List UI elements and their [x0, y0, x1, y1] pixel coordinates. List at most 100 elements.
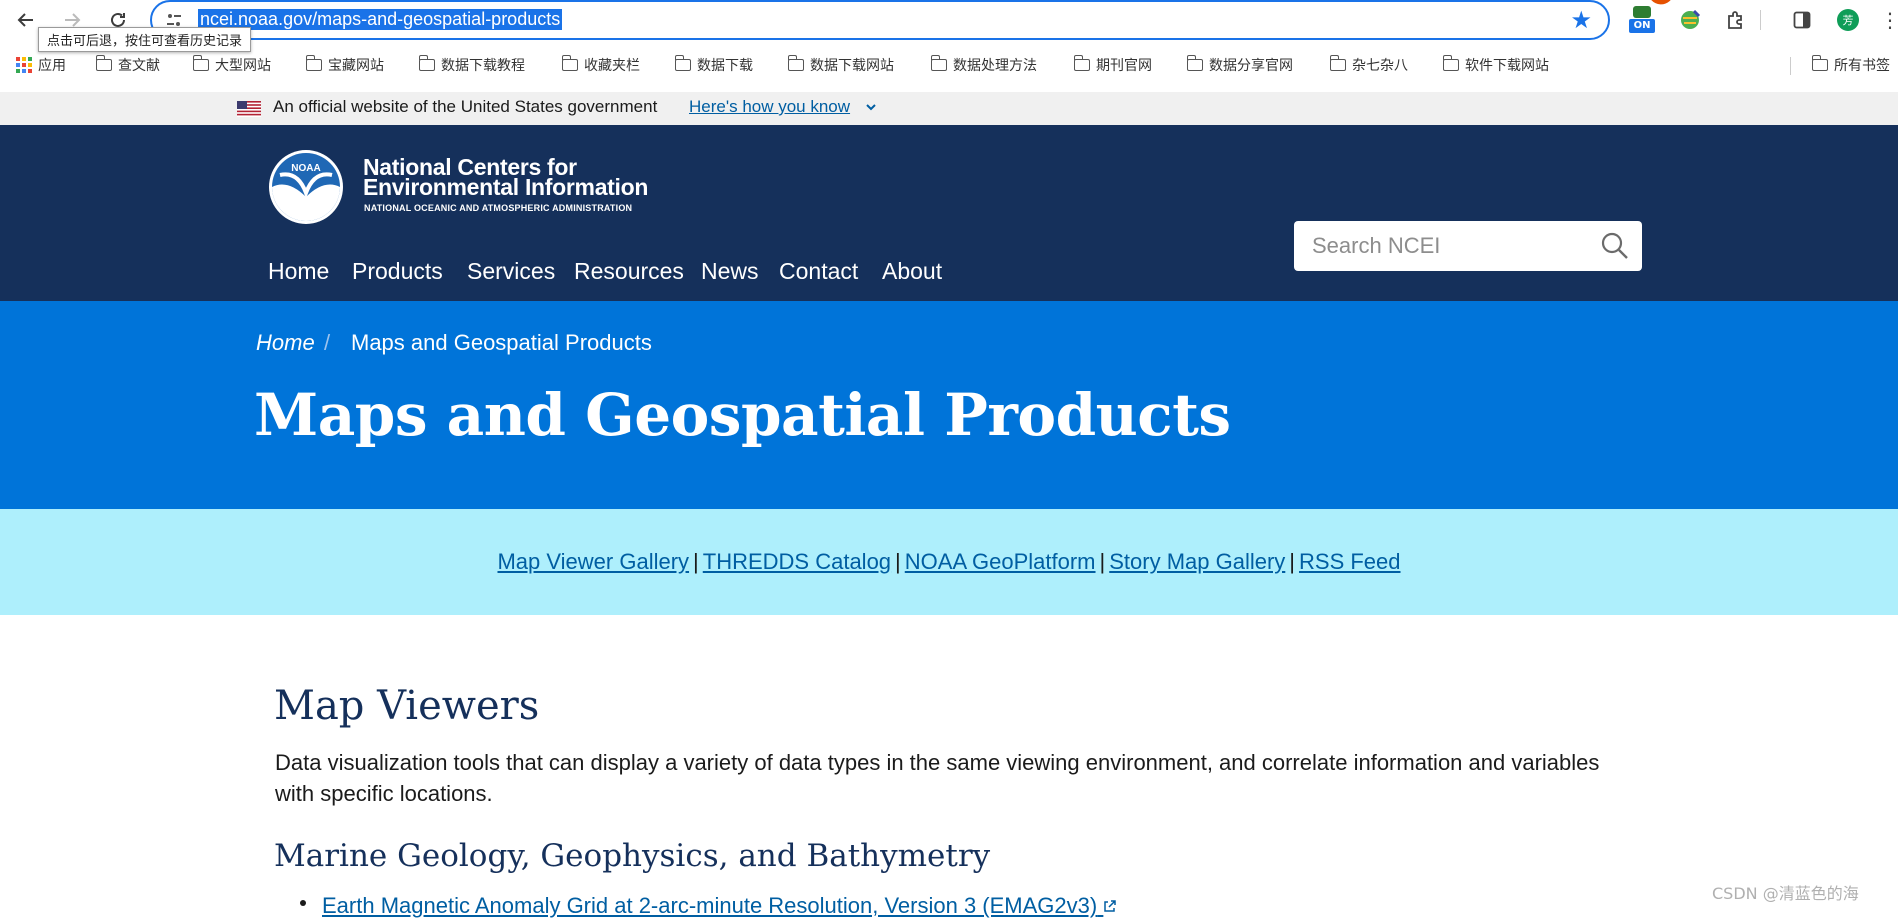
folder-icon [674, 55, 691, 71]
bookmark-folder[interactable]: 软件下载网站 [1442, 55, 1549, 75]
site-info-icon[interactable] [166, 12, 182, 28]
site-title-line2: Environmental Information [363, 174, 649, 200]
nav-products[interactable]: Products [352, 258, 443, 285]
bookmark-folder[interactable]: 数据分享官网 [1186, 55, 1293, 75]
extension-badge: ON [1629, 19, 1655, 33]
bookmark-folder[interactable]: 数据下载 [674, 55, 753, 75]
watermark: CSDN @清蓝色的海 [1712, 884, 1859, 903]
bookmark-label: 数据下载网站 [810, 58, 894, 74]
search-box [1294, 221, 1642, 271]
gov-banner: An official website of the United States… [0, 92, 1898, 125]
extensions-puzzle-icon[interactable] [1722, 6, 1750, 34]
profile-avatar[interactable]: 芳 [1834, 6, 1862, 34]
bookmark-folder[interactable]: 宝藏网站 [305, 55, 384, 75]
site-header: NOAA National Centers for Environmental … [0, 125, 1898, 301]
back-button[interactable] [12, 6, 40, 34]
bookmark-all[interactable]: 所有书签 [1811, 55, 1890, 75]
nav-services[interactable]: Services [467, 258, 555, 285]
bookmark-label: 查文献 [118, 58, 160, 74]
folder-icon [1329, 55, 1346, 71]
bookmark-folder[interactable]: 期刊官网 [1073, 55, 1152, 75]
browser-toolbar: ncei.noaa.gov/maps-and-geospatial-produc… [0, 0, 1898, 40]
site-subtitle: NATIONAL OCEANIC AND ATMOSPHERIC ADMINIS… [364, 203, 633, 213]
page-hero: Home / Maps and Geospatial Products Maps… [0, 301, 1898, 509]
quick-link-separator: | [1289, 549, 1296, 574]
menu-kebab-icon[interactable]: ⋮ [1876, 6, 1898, 34]
extension-on-icon[interactable]: ON [1628, 6, 1656, 34]
breadcrumb-separator: / [324, 330, 331, 355]
nav-home[interactable]: Home [268, 258, 329, 285]
bookmark-folder[interactable]: 数据下载教程 [418, 55, 525, 75]
quick-links-row: Map Viewer Gallery | THREDDS Catalog | NOAA … [0, 549, 1898, 575]
folder-icon [1073, 55, 1090, 71]
bookmark-label: 收藏夹栏 [584, 58, 640, 74]
bookmark-folder[interactable]: 大型网站 [192, 55, 271, 75]
quick-links-bar: Map Viewer Gallery | THREDDS Catalog | NOAA … [0, 509, 1898, 615]
bookmark-label: 应用 [38, 58, 66, 74]
page-title: Maps and Geospatial Products [254, 381, 1231, 449]
arrow-left-icon [17, 13, 33, 27]
bookmark-label: 数据下载教程 [441, 58, 525, 74]
logo-text: NOAA [291, 163, 320, 174]
quick-link-map-viewer-gallery[interactable]: Map Viewer Gallery [497, 549, 689, 574]
search-icon[interactable] [1600, 231, 1630, 261]
list-item-link[interactable]: Earth Magnetic Anomaly Grid at 2-arc-min… [322, 893, 1117, 919]
nav-news[interactable]: News [701, 258, 759, 285]
us-flag-icon [237, 101, 261, 117]
folder-icon [305, 55, 322, 71]
folder-icon [561, 55, 578, 71]
toolbar-divider [1760, 10, 1761, 30]
bookmark-label: 软件下载网站 [1465, 58, 1549, 74]
url-text[interactable]: ncei.noaa.gov/maps-and-geospatial-produc… [198, 9, 563, 30]
breadcrumb-home[interactable]: Home [256, 330, 315, 356]
folder-icon [418, 55, 435, 71]
bookmarks-divider [1790, 57, 1791, 75]
back-tooltip: 点击可后退，按住可查看历史记录 [38, 27, 252, 52]
folder-icon [95, 55, 112, 71]
bookmark-label: 数据分享官网 [1209, 58, 1293, 74]
quick-link-separator: | [895, 549, 901, 574]
apps-grid-icon [16, 57, 32, 73]
side-panel-icon[interactable] [1788, 6, 1816, 34]
bookmark-apps[interactable]: 应用 [16, 55, 66, 75]
nav-resources[interactable]: Resources [574, 258, 684, 285]
address-bar[interactable]: ncei.noaa.gov/maps-and-geospatial-produc… [150, 0, 1610, 40]
quick-link-separator: | [693, 549, 699, 574]
how-you-know-link[interactable]: Here's how you know [689, 97, 850, 117]
bookmark-folder[interactable]: 数据处理方法 [930, 55, 1037, 75]
quick-link-noaa-geoplatform[interactable]: NOAA GeoPlatform [905, 549, 1096, 574]
subsection-title: Marine Geology, Geophysics, and Bathymet… [274, 838, 991, 874]
chevron-down-icon[interactable] [864, 95, 878, 121]
extension-globe-icon[interactable] [1676, 6, 1704, 34]
folder-icon [787, 55, 804, 71]
bookmark-folder[interactable]: 查文献 [95, 55, 160, 75]
section-description: Data visualization tools that can displa… [275, 750, 1600, 806]
list-bullet [300, 900, 306, 906]
bookmark-label: 期刊官网 [1096, 58, 1152, 74]
nav-about[interactable]: About [882, 258, 942, 285]
bookmarks-bar: 应用 查文献 大型网站 宝藏网站 数据下载教程 收藏夹栏 数据下载 数据下载网站… [0, 49, 1898, 83]
bookmark-folder[interactable]: 杂七杂八 [1329, 55, 1408, 75]
folder-icon [930, 55, 947, 71]
bookmark-folder[interactable]: 数据下载网站 [787, 55, 894, 75]
bookmark-star-icon[interactable]: ★ [1570, 6, 1592, 34]
noaa-logo[interactable]: NOAA [268, 149, 344, 225]
nav-contact[interactable]: Contact [779, 258, 858, 285]
search-input[interactable] [1310, 231, 1604, 261]
section-title: Map Viewers [274, 683, 540, 729]
quick-link-story-map-gallery[interactable]: Story Map Gallery [1109, 549, 1285, 574]
bookmark-label: 杂七杂八 [1352, 58, 1408, 74]
list-item-text[interactable]: Earth Magnetic Anomaly Grid at 2-arc-min… [322, 893, 1097, 918]
globe-icon [1681, 9, 1701, 29]
quick-link-rss-feed[interactable]: RSS Feed [1299, 549, 1401, 574]
quick-link-thredds-catalog[interactable]: THREDDS Catalog [703, 549, 891, 574]
bookmark-label: 所有书签 [1834, 58, 1890, 74]
profile-initial: 芳 [1837, 9, 1859, 31]
bookmark-label: 宝藏网站 [328, 58, 384, 74]
folder-icon [192, 55, 209, 71]
folder-icon [1811, 55, 1828, 71]
folder-icon [1442, 55, 1459, 71]
bookmark-folder[interactable]: 收藏夹栏 [561, 55, 640, 75]
bookmark-label: 数据下载 [697, 58, 753, 74]
bookmark-label: 数据处理方法 [953, 58, 1037, 74]
